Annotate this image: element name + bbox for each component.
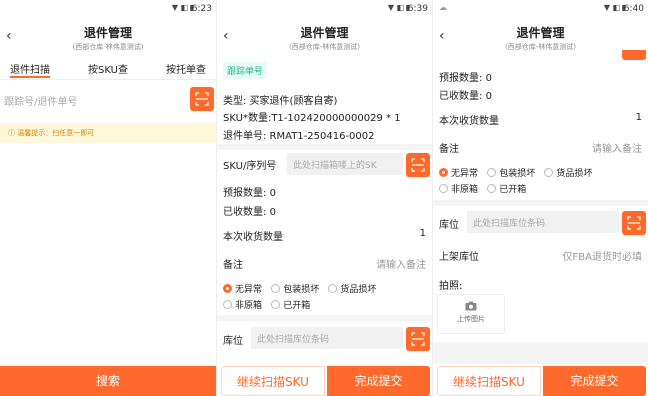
tracking-number-input[interactable]: 跟踪号/退件单号 [0, 87, 190, 111]
sim-icon: ◧ [396, 3, 404, 12]
continue-scan-button[interactable]: 继续扫描SKU [221, 366, 325, 396]
radio-package-damaged[interactable]: 包装损坏 [271, 282, 319, 295]
screen-return-detail: ▼ ◧ ▮ 6:39 ‹ 退件管理 (西部仓库-林伟意测试) 跟踪单号 类型: … [216, 0, 432, 396]
remark-input[interactable]: 请输入备注 [376, 256, 426, 271]
status-bar: ▼ ◧ ▮ 6:39 [217, 0, 432, 18]
page-subtitle: (西部仓库-林伟意测试) [505, 43, 576, 51]
submit-button[interactable]: 完成提交 [543, 366, 646, 396]
continue-scan-button[interactable]: 继续扫描SKU [437, 366, 541, 396]
type-line: 类型: 买家退件(顾客自寄) [223, 96, 338, 107]
photo-label: 拍照: [439, 281, 463, 292]
tab-bar: 退件扫描 按SKU查 按托单查 [0, 56, 216, 80]
submit-button[interactable]: 完成提交 [327, 366, 430, 396]
condition-radios-2: 非原箱 已开箱 [439, 182, 642, 196]
sim-icon: ◧ [180, 3, 188, 12]
remark-label: 备注 [439, 144, 459, 155]
location-scan-button[interactable] [622, 211, 646, 235]
forecast-value: 0 [269, 188, 276, 199]
search-row: 跟踪号/退件单号 [0, 87, 216, 111]
wifi-icon: ▼ [603, 3, 610, 12]
remark-label: 备注 [223, 260, 243, 271]
location-input[interactable]: 此处扫描库位条码 [467, 211, 619, 233]
received-value: 0 [269, 207, 276, 218]
wifi-icon: ▼ [171, 3, 178, 12]
condition-radios: 无异常 包装损坏 货品损坏 [223, 282, 426, 296]
camera-icon [465, 301, 477, 311]
condition-radios: 无异常 包装损坏 货品损坏 [439, 166, 642, 180]
divider [433, 342, 648, 364]
radio-package-damaged[interactable]: 包装损坏 [487, 166, 535, 179]
wifi-icon: ▼ [387, 3, 394, 12]
upload-label: 上传图片 [457, 315, 485, 323]
divider [217, 144, 432, 150]
divider [217, 315, 432, 321]
search-button[interactable]: 搜索 [0, 366, 216, 396]
scan-icon [411, 332, 425, 346]
app-header: ‹ 退件管理 (西部仓库-林伟意测试) [217, 18, 432, 56]
this-qty-label: 本次收货数量 [439, 116, 499, 127]
return-number: 退件单号: RMAT1-250416-0002 [223, 131, 375, 142]
screen-return-scan: ▼ ◧ ▮ 6:23 ‹ 退件管理 (西部仓库-林伟意测试) 退件扫描 按SKU… [0, 0, 216, 396]
upload-photo-button[interactable]: 上传图片 [437, 294, 505, 334]
shelf-location-label: 上架库位 [439, 252, 479, 263]
status-time: 6:40 [623, 4, 644, 14]
sku-scan-input[interactable]: 此处扫描箱唛上的SK [287, 153, 403, 175]
tab-return-scan[interactable]: 退件扫描 [10, 56, 50, 78]
forecast-label: 预报数量: [223, 188, 267, 199]
page-subtitle: (西部仓库-林伟意测试) [72, 43, 144, 51]
tab-by-pallet[interactable]: 按托单查 [166, 56, 206, 79]
tab-by-sku[interactable]: 按SKU查 [88, 56, 128, 79]
status-time: 6:23 [191, 4, 212, 14]
back-icon[interactable]: ‹ [223, 28, 229, 44]
this-qty-value[interactable]: 1 [420, 228, 426, 239]
status-bar: ☁ ▼ ◧ ▮ 6:40 [433, 0, 648, 18]
shelf-location-input[interactable]: 仅FBA退货时必填 [563, 248, 642, 263]
divider [433, 200, 648, 206]
info-icon: ⓘ [8, 129, 18, 137]
received-label: 已收数量: [439, 91, 483, 102]
condition-radios-2: 非原箱 已开箱 [223, 298, 426, 312]
received-value: 0 [485, 91, 492, 102]
radio-goods-damaged[interactable]: 货品损坏 [328, 282, 376, 295]
cloud-icon: ☁ [439, 3, 447, 12]
tip-text: 温馨提示：扫任意一即可 [17, 129, 95, 137]
scan-icon [627, 216, 641, 230]
status-time: 6:39 [407, 4, 428, 14]
scan-icon [195, 92, 209, 106]
app-header: ‹ 退件管理 (西部仓库-林伟意测试) [0, 18, 216, 56]
back-icon[interactable]: ‹ [6, 28, 12, 44]
sku-qty-line: SKU*数量:T1-102420000000029 * 1 [223, 113, 401, 124]
forecast-value: 0 [485, 73, 492, 84]
radio-not-original-box[interactable]: 非原箱 [439, 182, 478, 195]
page-title: 退件管理 [516, 26, 565, 40]
this-qty-label: 本次收货数量 [223, 232, 283, 243]
page-title: 退件管理 [83, 26, 132, 40]
tracking-badge: 跟踪单号 [223, 62, 268, 79]
radio-no-issue[interactable]: 无异常 [439, 166, 478, 179]
status-bar: ▼ ◧ ▮ 6:23 [0, 0, 216, 18]
radio-opened[interactable]: 已开箱 [271, 298, 310, 311]
radio-not-original-box[interactable]: 非原箱 [223, 298, 262, 311]
sku-scan-button-partial[interactable] [622, 50, 646, 60]
forecast-label: 预报数量: [439, 73, 483, 84]
remark-input[interactable]: 请输入备注 [592, 140, 642, 155]
page-subtitle: (西部仓库-林伟意测试) [289, 43, 360, 51]
tip-banner: ⓘ 温馨提示：扫任意一即可 [0, 123, 216, 143]
page-title: 退件管理 [300, 26, 349, 40]
received-label: 已收数量: [223, 207, 267, 218]
back-icon[interactable]: ‹ [439, 28, 445, 44]
location-input[interactable]: 此处扫描库位条码 [251, 327, 403, 349]
location-scan-button[interactable] [406, 327, 430, 351]
radio-opened[interactable]: 已开箱 [487, 182, 526, 195]
scan-button[interactable] [190, 87, 214, 111]
radio-no-issue[interactable]: 无异常 [223, 282, 262, 295]
screen-return-detail-scrolled: ☁ ▼ ◧ ▮ 6:40 ‹ 退件管理 (西部仓库-林伟意测试) 预报数量: 0… [432, 0, 648, 396]
sku-scan-button[interactable] [406, 153, 430, 177]
radio-goods-damaged[interactable]: 货品损坏 [544, 166, 592, 179]
this-qty-value[interactable]: 1 [636, 112, 642, 123]
app-header: ‹ 退件管理 (西部仓库-林伟意测试) [433, 18, 648, 56]
sim-icon: ◧ [612, 3, 620, 12]
scan-icon [411, 158, 425, 172]
